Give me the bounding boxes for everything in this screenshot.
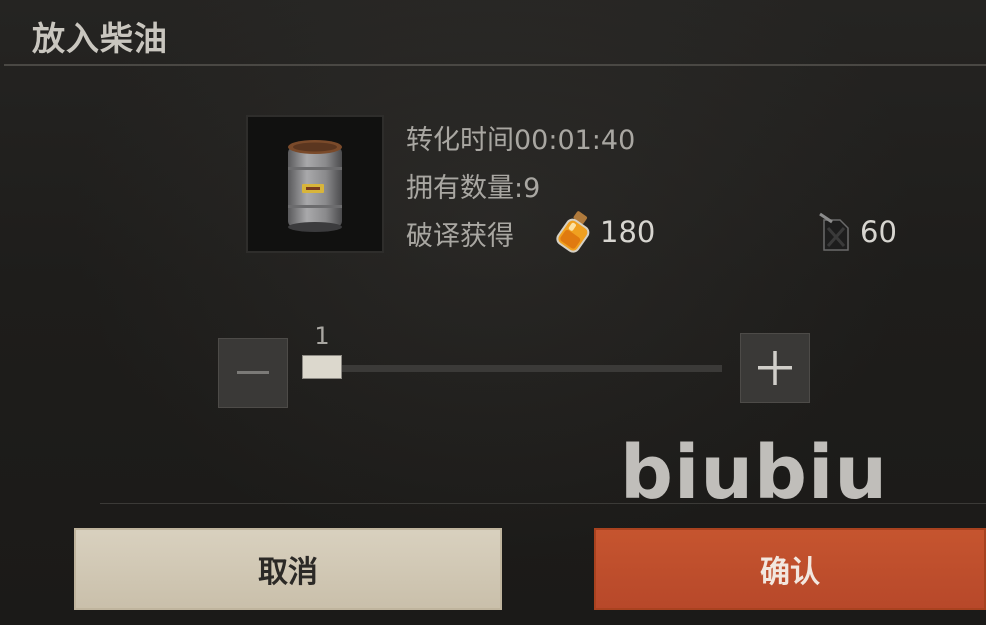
oil-barrel-icon: [288, 140, 342, 232]
title-divider: [4, 64, 986, 66]
potion-jar-icon: [556, 211, 590, 253]
dialog-panel: 放入柴油 转化时间00:01:40 拥有数量:9 破译获得 180 60 1 b…: [0, 0, 986, 625]
bottom-divider: [100, 503, 986, 504]
dialog-title: 放入柴油: [32, 19, 168, 58]
conversion-time: 转化时间00:01:40: [406, 125, 636, 156]
quantity-value: 1: [314, 322, 330, 350]
confirm-button[interactable]: 确认: [594, 528, 986, 610]
increment-button[interactable]: [740, 333, 810, 403]
reward-fuel-amount: 60: [860, 215, 897, 249]
cancel-button[interactable]: 取消: [74, 528, 502, 610]
plus-icon: [758, 351, 792, 385]
quantity-slider-track[interactable]: [302, 365, 722, 372]
reward-fuel: 60: [818, 210, 897, 254]
quantity-slider-handle[interactable]: [302, 355, 342, 379]
reward-label: 破译获得: [406, 221, 514, 252]
item-icon-frame: [246, 115, 384, 253]
reward-potion: 180: [552, 210, 655, 254]
owned-count: 拥有数量:9: [406, 173, 541, 204]
minus-icon: [237, 371, 269, 374]
reward-potion-amount: 180: [600, 215, 656, 249]
fuel-canister-icon: [819, 212, 849, 251]
decrement-button[interactable]: [218, 338, 288, 408]
